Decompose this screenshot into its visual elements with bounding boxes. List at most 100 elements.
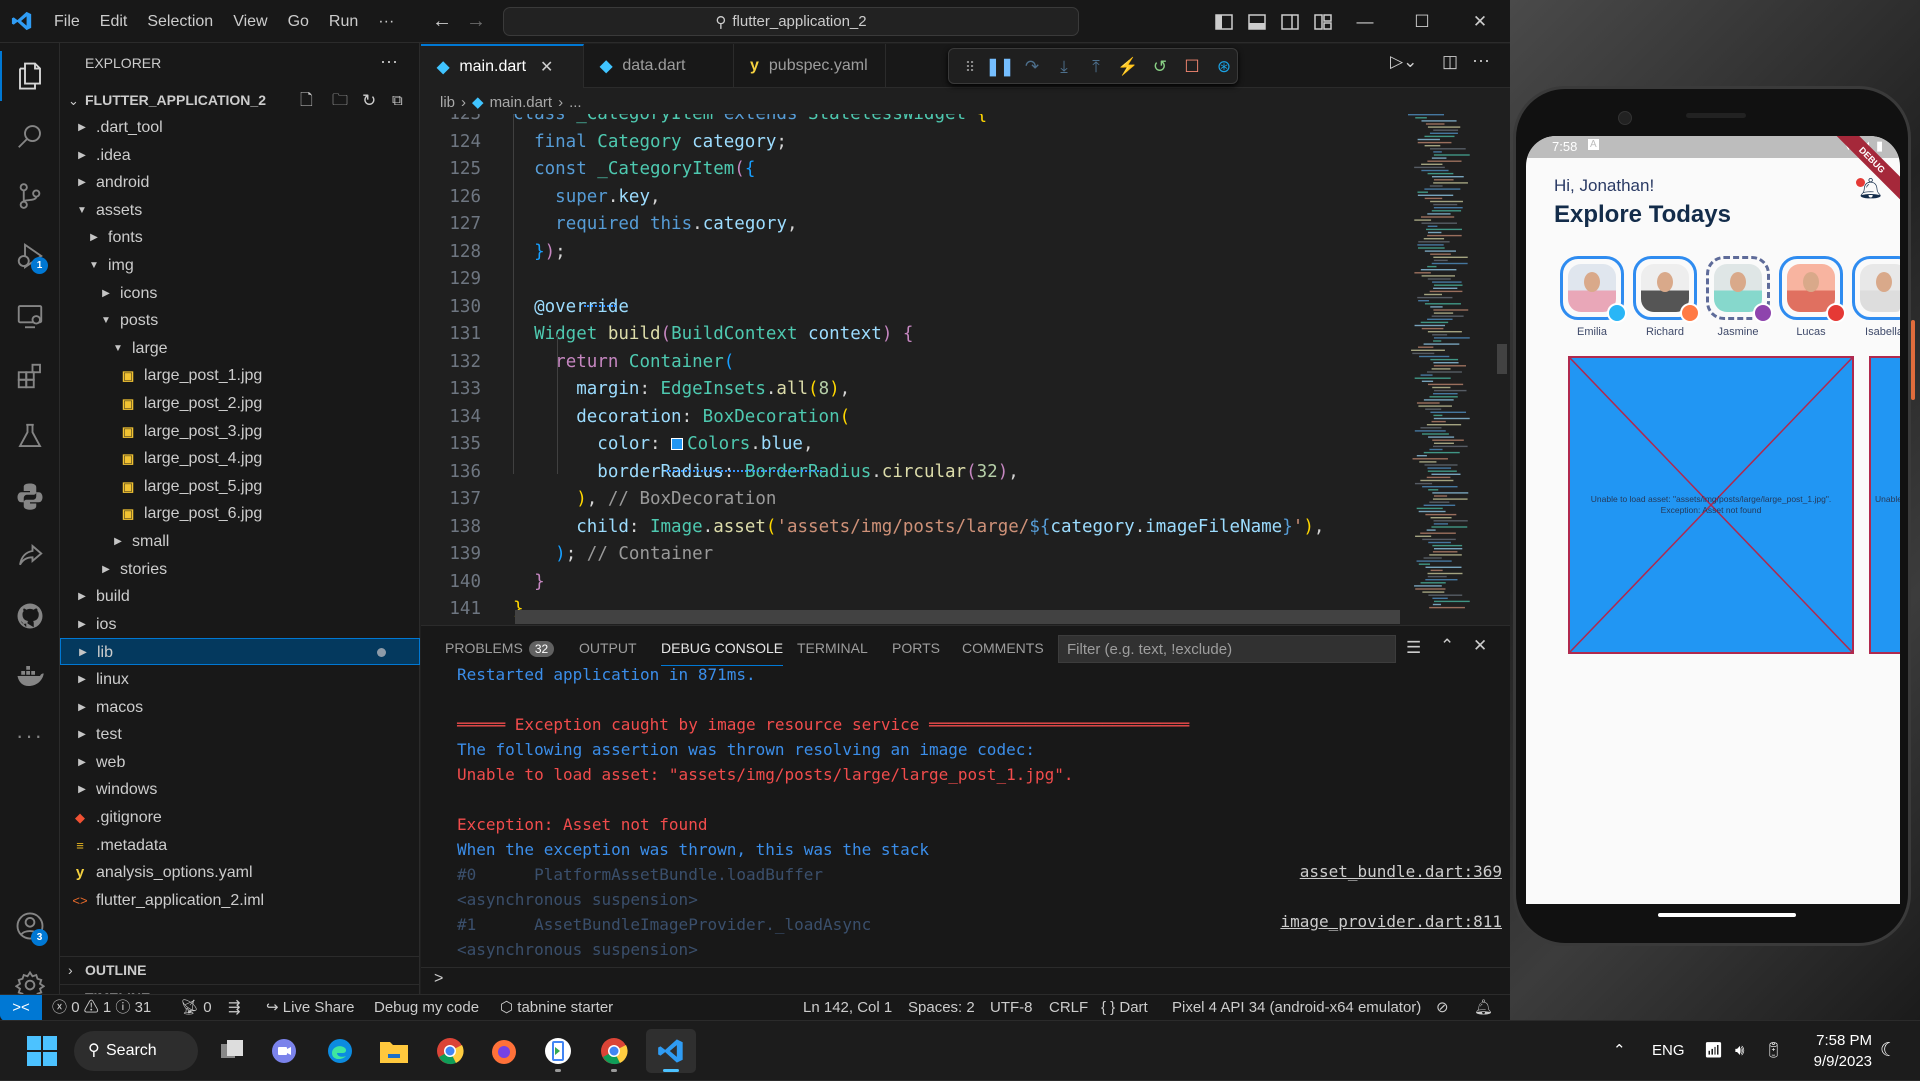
collapse-panel-list-icon[interactable]: ☰ [1406,638,1421,658]
scroll-thumb[interactable] [1497,344,1507,374]
editor-more-icon[interactable]: ··· [1472,50,1490,71]
step-out-icon[interactable]: ⤒ [1083,54,1109,80]
tree-item-posts[interactable]: ▼ posts [60,307,420,334]
testing-flask-icon[interactable] [0,408,60,464]
tree-item-ios[interactable]: ▶ ios [60,611,420,638]
remote-explorer-icon[interactable] [0,288,60,344]
clock[interactable]: 7:58 PM 9/9/2023 [1802,1030,1872,1072]
tree-item-img[interactable]: ▼ img [60,252,420,279]
eol-status[interactable]: CRLF [1049,995,1088,1021]
language-status[interactable]: { } Dart [1101,995,1148,1021]
hot-restart-icon[interactable]: ↺ [1147,54,1173,80]
input-language[interactable]: ENG [1652,1021,1685,1081]
collapse-all-icon[interactable]: ⧉ [392,87,403,114]
stop-icon[interactable]: ☐ [1179,54,1205,80]
cursor-position[interactable]: Ln 142, Col 1 [803,995,892,1021]
menu-more[interactable]: ··· [368,0,404,43]
android-home-indicator[interactable] [1658,913,1796,917]
section-outline[interactable]: › OUTLINE [60,956,420,983]
ports-status[interactable]: 📡︎ 0 [180,995,212,1021]
run-debug-icon[interactable]: 1 [0,228,60,284]
tree-item-large-post-1-jpg[interactable]: ▣ large_post_1.jpg [60,362,420,389]
tree-item-large-post-3-jpg[interactable]: ▣ large_post_3.jpg [60,418,420,445]
tree-item-gitignore[interactable]: ◆ .gitignore [60,804,420,831]
pause-icon[interactable]: ❚❚ [986,54,1015,80]
tree-item-linux[interactable]: ▶ linux [60,666,420,693]
run-icon[interactable]: ▷⌄ [1390,52,1417,72]
edge-icon[interactable] [318,1029,362,1073]
story-avatar[interactable] [1633,256,1700,323]
close-tab-icon[interactable]: ✕ [540,57,553,77]
panel-tab-comments[interactable]: COMMENTS [962,640,1044,666]
android-emulator-icon[interactable] [536,1029,580,1073]
debug-launch-icon[interactable]: ⇶ [228,995,241,1021]
vscode-taskbar-icon[interactable] [646,1029,696,1073]
breadcrumb-symbol[interactable]: ... [569,94,582,111]
copilot-disabled-icon[interactable]: ⊘ [1436,995,1449,1021]
console-filter-input[interactable]: Filter (e.g. text, !exclude) [1058,635,1396,663]
tree-item-assets[interactable]: ▼ assets [60,197,420,224]
notifications-bell-icon[interactable]: 🔔︎ [1474,995,1493,1021]
more-views-icon[interactable]: ··· [0,708,60,764]
phone-side-button[interactable] [1911,320,1915,400]
tree-item-analysis-options-yaml[interactable]: y analysis_options.yaml [60,859,420,886]
tree-item-web[interactable]: ▶ web [60,749,420,776]
indentation-status[interactable]: Spaces: 2 [908,995,975,1021]
tree-item-windows[interactable]: ▶ windows [60,776,420,803]
forward-arrow-icon[interactable]: → [466,0,486,43]
tree-item-test[interactable]: ▶ test [60,721,420,748]
tab-main-dart[interactable]: ◆ main.dart ✕ [421,44,584,88]
task-view-icon[interactable] [210,1029,254,1073]
accounts-icon[interactable]: 3 [0,898,60,954]
docker-icon[interactable] [0,648,60,704]
explorer-more-actions[interactable]: ··· [380,51,398,72]
tree-item-lib[interactable]: ▶ lib [60,638,420,666]
explorer-icon[interactable] [0,48,60,104]
source-control-icon[interactable] [0,168,60,224]
horizontal-scrollbar[interactable] [515,610,1400,624]
tree-item-android[interactable]: ▶ android [60,169,420,196]
minimap[interactable] [1400,114,1495,621]
step-into-icon[interactable]: ⤓ [1051,54,1077,80]
maximize-panel-icon[interactable]: ⌃ [1440,636,1454,656]
menu-file[interactable]: File [44,0,90,43]
console-input[interactable]: > [434,970,443,988]
new-folder-icon[interactable]: 🗀 [332,87,348,114]
tree-item-stories[interactable]: ▶ stories [60,556,420,583]
tree-item-large-post-4-jpg[interactable]: ▣ large_post_4.jpg [60,445,420,472]
firefox-icon[interactable] [482,1029,526,1073]
tree-item-large[interactable]: ▼ large [60,335,420,362]
new-file-icon[interactable]: 🗋 [300,87,313,114]
explorer-root-folder[interactable]: ⌄ FLUTTER_APPLICATION_2 🗋 🗀 ↻ ⧉ [60,87,420,114]
remote-indicator[interactable]: >< [0,995,42,1021]
tree-item-flutter-application-2-iml[interactable]: <> flutter_application_2.iml [60,887,420,914]
tree-item-metadata[interactable]: ≡ .metadata [60,832,420,859]
focus-moon-icon[interactable]: ☾ [1880,1021,1897,1081]
story-avatar[interactable] [1779,256,1846,323]
tabnine-status[interactable]: ⬡ tabnine starter [500,995,613,1021]
notification-bell-button[interactable]: 🔔︎ [1854,176,1883,202]
tree-item-large-post-6-jpg[interactable]: ▣ large_post_6.jpg [60,500,420,527]
post-card-error-2[interactable]: Unable [1869,356,1900,654]
panel-tab-terminal[interactable]: TERMINAL [797,640,868,666]
breadcrumb-lib[interactable]: lib [440,94,455,111]
teams-icon[interactable] [262,1029,306,1073]
debug-my-code-status[interactable]: Debug my code [374,995,479,1021]
problems-status[interactable]: ⓧ 0 ⚠ 1 ⓘ 31 [52,995,151,1021]
back-arrow-icon[interactable]: ← [432,0,452,43]
python-icon[interactable] [0,468,60,524]
flutter-inspector-icon[interactable]: ⊛ [1211,54,1237,80]
tree-item-small[interactable]: ▶ small [60,528,420,555]
hot-reload-icon[interactable]: ⚡ [1115,54,1141,80]
search-icon[interactable] [0,108,60,164]
tree-item-build[interactable]: ▶ build [60,583,420,610]
show-hidden-icons[interactable]: ⌃ [1613,1021,1626,1081]
code-editor[interactable]: 123 class _CategoryItem extends Stateless… [421,114,1401,621]
split-editor-icon[interactable]: ◫ [1442,52,1458,72]
extensions-icon[interactable] [0,348,60,404]
tab-data-dart[interactable]: ◆ data.dart [584,44,734,88]
story-avatar[interactable] [1560,256,1627,323]
tree-item-macos[interactable]: ▶ macos [60,694,420,721]
taskbar-search[interactable]: ⚲ Search [74,1031,198,1071]
breadcrumb-file[interactable]: main.dart [490,94,553,111]
